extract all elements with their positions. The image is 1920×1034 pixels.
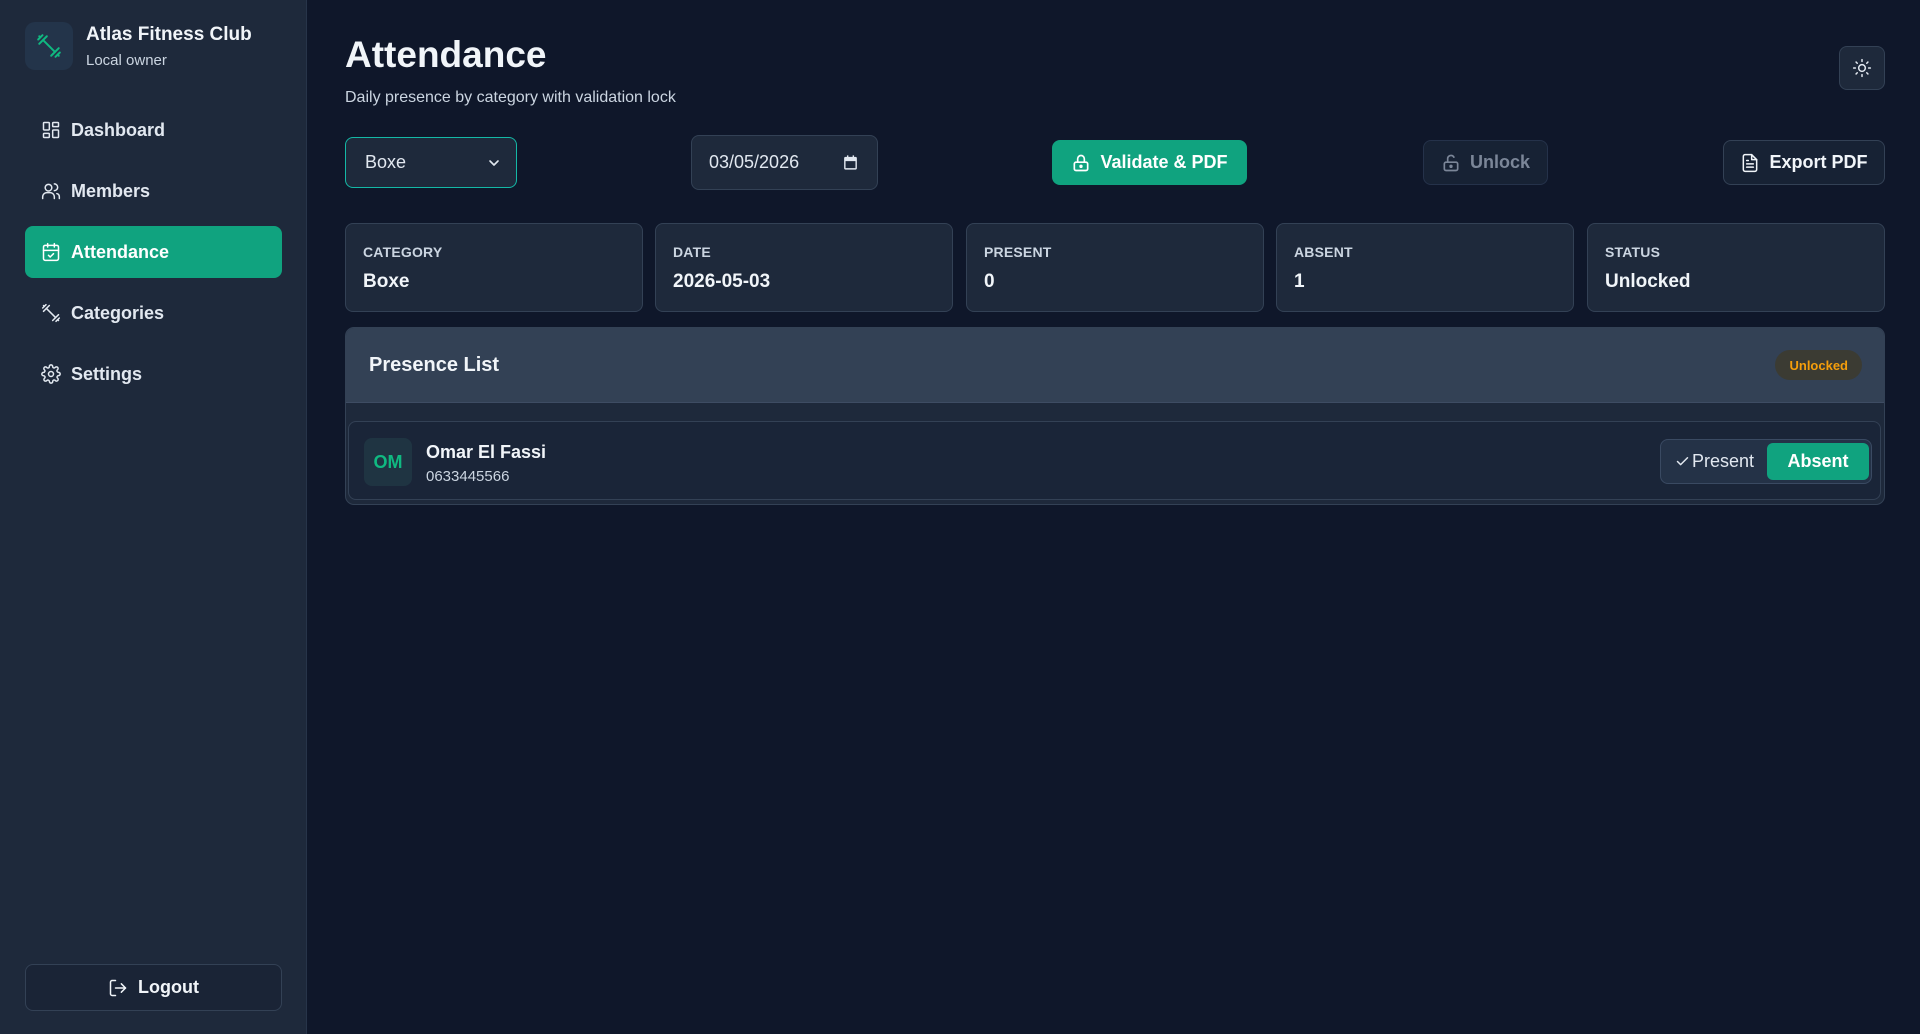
- logout-icon: [109, 979, 127, 996]
- sidebar-item-label: Settings: [71, 363, 143, 384]
- lock-icon: [1073, 154, 1089, 171]
- stat-label: Status: [1605, 244, 1661, 260]
- stat-label: Absent: [1294, 244, 1353, 260]
- sidebar-item-attendance[interactable]: Attendance: [25, 226, 282, 278]
- theme-toggle-button[interactable]: [1839, 46, 1885, 90]
- chevron-down-icon: [489, 160, 499, 166]
- absent-label: Absent: [1787, 451, 1849, 471]
- main-content: Attendance Daily presence by category wi…: [307, 0, 1920, 1034]
- present-label: Present: [1692, 451, 1755, 471]
- sidebar-item-label: Attendance: [71, 241, 170, 262]
- present-button[interactable]: Present: [1675, 440, 1754, 483]
- date-input-value: 03/05/2026: [709, 152, 800, 172]
- gear-icon: [41, 364, 61, 384]
- sun-icon: [1852, 58, 1872, 78]
- sidebar: Atlas Fitness Club Local owner Dashboard…: [0, 0, 307, 1034]
- presence-list-title: Presence List: [369, 353, 500, 376]
- brand-text: Atlas Fitness Club Local owner: [86, 24, 252, 69]
- member-row: OM Omar El Fassi 0633445566 Present Abse…: [348, 421, 1881, 500]
- export-pdf-button[interactable]: Export PDF: [1723, 140, 1885, 185]
- brand: Atlas Fitness Club Local owner: [25, 22, 252, 70]
- unlock-label: Unlock: [1469, 152, 1530, 172]
- stat-card-category: Category Boxe: [345, 223, 643, 312]
- stat-value: Unlocked: [1605, 271, 1691, 292]
- sidebar-item-members[interactable]: Members: [25, 165, 282, 217]
- category-select-value: Boxe: [365, 152, 407, 172]
- brand-name: Atlas Fitness Club: [86, 23, 252, 45]
- stat-card-date: Date 2026-05-03: [655, 223, 953, 312]
- dumbbell-icon: [25, 22, 73, 70]
- check-icon: [1676, 457, 1689, 466]
- stat-card-status: Status Unlocked: [1587, 223, 1885, 312]
- sidebar-item-categories[interactable]: Categories: [25, 287, 282, 339]
- grid-icon: [42, 121, 60, 139]
- stat-value: Boxe: [363, 271, 410, 292]
- member-name: Omar El Fassi: [426, 442, 547, 462]
- sidebar-item-label: Categories: [71, 302, 165, 323]
- validate-pdf-button[interactable]: Validate & PDF: [1052, 140, 1247, 185]
- unlock-icon: [1443, 154, 1459, 171]
- file-text-icon: [1743, 153, 1758, 172]
- export-pdf-label: Export PDF: [1769, 152, 1868, 172]
- stat-label: Present: [984, 244, 1052, 260]
- presence-list-header: Presence List Unlocked: [346, 328, 1884, 403]
- stat-value: 1: [1294, 271, 1305, 292]
- presence-list-panel: Presence List Unlocked OM Omar El Fassi …: [345, 327, 1885, 505]
- member-phone: 0633445566: [426, 468, 510, 485]
- stat-card-present: Present 0: [966, 223, 1264, 312]
- page-title: Attendance: [345, 34, 547, 75]
- stat-value: 2026-05-03: [673, 271, 771, 292]
- logout-label: Logout: [138, 977, 199, 997]
- absent-button[interactable]: Absent: [1767, 443, 1869, 480]
- date-input[interactable]: 03/05/2026: [691, 135, 878, 190]
- users-icon: [41, 183, 61, 200]
- sidebar-item-label: Dashboard: [71, 119, 166, 140]
- stat-label: Category: [363, 244, 443, 260]
- calendar-check-icon: [42, 242, 60, 262]
- page-subtitle: Daily presence by category with validati…: [345, 89, 676, 106]
- sidebar-nav: Dashboard Members Attendance Categories …: [25, 104, 282, 409]
- avatar: OM: [364, 438, 412, 486]
- unlock-button[interactable]: Unlock: [1423, 140, 1548, 185]
- sidebar-item-label: Members: [71, 180, 151, 201]
- logout-button[interactable]: Logout: [25, 964, 282, 1011]
- presence-toggle: Present Absent: [1660, 439, 1872, 484]
- stat-label: Date: [673, 244, 711, 260]
- calendar-icon[interactable]: [842, 154, 859, 171]
- stat-card-absent: Absent 1: [1276, 223, 1574, 312]
- app-root: Atlas Fitness Club Local owner Dashboard…: [0, 0, 1920, 1034]
- stat-value: 0: [984, 271, 995, 292]
- dumbbell-icon: [41, 303, 61, 323]
- validate-pdf-label: Validate & PDF: [1100, 152, 1228, 172]
- sidebar-item-dashboard[interactable]: Dashboard: [25, 104, 282, 156]
- category-select[interactable]: Boxe: [345, 137, 517, 188]
- sidebar-item-settings[interactable]: Settings: [25, 348, 282, 400]
- brand-subtitle: Local owner: [86, 51, 167, 69]
- status-badge: Unlocked: [1775, 350, 1862, 380]
